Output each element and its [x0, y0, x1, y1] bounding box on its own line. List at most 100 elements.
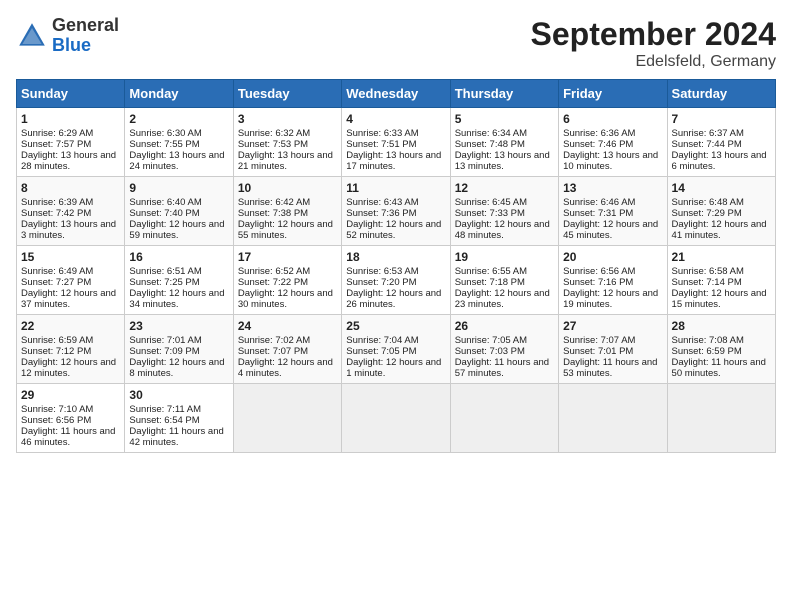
calendar-body: 1 Sunrise: 6:29 AM Sunset: 7:57 PM Dayli…	[17, 108, 776, 453]
month-year: September 2024	[531, 16, 776, 53]
calendar-cell: 28 Sunrise: 7:08 AM Sunset: 6:59 PM Dayl…	[667, 315, 775, 384]
daylight: Daylight: 12 hours and 1 minute.	[346, 357, 441, 379]
calendar-cell: 10 Sunrise: 6:42 AM Sunset: 7:38 PM Dayl…	[233, 177, 341, 246]
day-number: 3	[238, 112, 337, 126]
sunrise: Sunrise: 6:46 AM	[563, 197, 635, 208]
daylight: Daylight: 11 hours and 57 minutes.	[455, 357, 549, 379]
calendar-cell: 6 Sunrise: 6:36 AM Sunset: 7:46 PM Dayli…	[559, 108, 667, 177]
empty-cell	[342, 384, 450, 453]
calendar-cell: 20 Sunrise: 6:56 AM Sunset: 7:16 PM Dayl…	[559, 246, 667, 315]
calendar-cell: 11 Sunrise: 6:43 AM Sunset: 7:36 PM Dayl…	[342, 177, 450, 246]
daylight: Daylight: 12 hours and 30 minutes.	[238, 288, 333, 310]
daylight: Daylight: 11 hours and 46 minutes.	[21, 426, 115, 448]
sunset: Sunset: 7:12 PM	[21, 346, 91, 357]
sunrise: Sunrise: 6:36 AM	[563, 128, 635, 139]
sunrise: Sunrise: 7:11 AM	[129, 404, 201, 415]
sunset: Sunset: 7:33 PM	[455, 208, 525, 219]
sunset: Sunset: 7:14 PM	[672, 277, 742, 288]
daylight: Daylight: 12 hours and 48 minutes.	[455, 219, 550, 241]
daylight: Daylight: 13 hours and 6 minutes.	[672, 150, 767, 172]
daylight: Daylight: 13 hours and 13 minutes.	[455, 150, 550, 172]
daylight: Daylight: 11 hours and 42 minutes.	[129, 426, 223, 448]
daylight: Daylight: 13 hours and 3 minutes.	[21, 219, 116, 241]
sunset: Sunset: 7:05 PM	[346, 346, 416, 357]
sunset: Sunset: 7:01 PM	[563, 346, 633, 357]
daylight: Daylight: 12 hours and 19 minutes.	[563, 288, 658, 310]
sunset: Sunset: 6:59 PM	[672, 346, 742, 357]
calendar-table: Sunday Monday Tuesday Wednesday Thursday…	[16, 79, 776, 453]
day-number: 6	[563, 112, 662, 126]
daylight: Daylight: 12 hours and 15 minutes.	[672, 288, 767, 310]
sunrise: Sunrise: 6:48 AM	[672, 197, 744, 208]
page-header: General Blue September 2024 Edelsfeld, G…	[16, 16, 776, 71]
sunset: Sunset: 7:51 PM	[346, 139, 416, 150]
daylight: Daylight: 12 hours and 12 minutes.	[21, 357, 116, 379]
sunset: Sunset: 7:31 PM	[563, 208, 633, 219]
sunset: Sunset: 7:55 PM	[129, 139, 199, 150]
day-number: 10	[238, 181, 337, 195]
sunrise: Sunrise: 6:32 AM	[238, 128, 310, 139]
day-number: 29	[21, 388, 120, 402]
col-saturday: Saturday	[667, 80, 775, 108]
sunrise: Sunrise: 6:33 AM	[346, 128, 418, 139]
sunset: Sunset: 7:40 PM	[129, 208, 199, 219]
empty-cell	[233, 384, 341, 453]
sunrise: Sunrise: 6:52 AM	[238, 266, 310, 277]
calendar-cell: 24 Sunrise: 7:02 AM Sunset: 7:07 PM Dayl…	[233, 315, 341, 384]
daylight: Daylight: 13 hours and 21 minutes.	[238, 150, 333, 172]
sunrise: Sunrise: 7:02 AM	[238, 335, 310, 346]
day-number: 23	[129, 319, 228, 333]
sunrise: Sunrise: 7:05 AM	[455, 335, 527, 346]
calendar-cell: 26 Sunrise: 7:05 AM Sunset: 7:03 PM Dayl…	[450, 315, 558, 384]
sunrise: Sunrise: 7:01 AM	[129, 335, 201, 346]
day-number: 27	[563, 319, 662, 333]
calendar-cell: 17 Sunrise: 6:52 AM Sunset: 7:22 PM Dayl…	[233, 246, 341, 315]
sunset: Sunset: 7:44 PM	[672, 139, 742, 150]
sunrise: Sunrise: 7:07 AM	[563, 335, 635, 346]
sunrise: Sunrise: 6:34 AM	[455, 128, 527, 139]
calendar-cell: 4 Sunrise: 6:33 AM Sunset: 7:51 PM Dayli…	[342, 108, 450, 177]
col-thursday: Thursday	[450, 80, 558, 108]
sunset: Sunset: 7:07 PM	[238, 346, 308, 357]
daylight: Daylight: 13 hours and 24 minutes.	[129, 150, 224, 172]
day-number: 25	[346, 319, 445, 333]
day-number: 5	[455, 112, 554, 126]
col-monday: Monday	[125, 80, 233, 108]
day-number: 7	[672, 112, 771, 126]
location: Edelsfeld, Germany	[531, 53, 776, 71]
day-number: 21	[672, 250, 771, 264]
day-number: 1	[21, 112, 120, 126]
sunrise: Sunrise: 6:53 AM	[346, 266, 418, 277]
sunset: Sunset: 7:38 PM	[238, 208, 308, 219]
day-number: 24	[238, 319, 337, 333]
sunset: Sunset: 7:27 PM	[21, 277, 91, 288]
sunset: Sunset: 7:22 PM	[238, 277, 308, 288]
sunset: Sunset: 7:03 PM	[455, 346, 525, 357]
sunrise: Sunrise: 7:10 AM	[21, 404, 93, 415]
sunrise: Sunrise: 6:42 AM	[238, 197, 310, 208]
col-wednesday: Wednesday	[342, 80, 450, 108]
calendar-cell: 8 Sunrise: 6:39 AM Sunset: 7:42 PM Dayli…	[17, 177, 125, 246]
calendar-cell: 7 Sunrise: 6:37 AM Sunset: 7:44 PM Dayli…	[667, 108, 775, 177]
daylight: Daylight: 12 hours and 52 minutes.	[346, 219, 441, 241]
sunrise: Sunrise: 6:45 AM	[455, 197, 527, 208]
calendar-cell: 15 Sunrise: 6:49 AM Sunset: 7:27 PM Dayl…	[17, 246, 125, 315]
daylight: Daylight: 12 hours and 8 minutes.	[129, 357, 224, 379]
logo-text: General Blue	[52, 16, 119, 56]
sunset: Sunset: 7:57 PM	[21, 139, 91, 150]
daylight: Daylight: 12 hours and 26 minutes.	[346, 288, 441, 310]
table-row: 15 Sunrise: 6:49 AM Sunset: 7:27 PM Dayl…	[17, 246, 776, 315]
calendar-cell: 21 Sunrise: 6:58 AM Sunset: 7:14 PM Dayl…	[667, 246, 775, 315]
daylight: Daylight: 12 hours and 41 minutes.	[672, 219, 767, 241]
sunset: Sunset: 7:20 PM	[346, 277, 416, 288]
daylight: Daylight: 13 hours and 17 minutes.	[346, 150, 441, 172]
col-sunday: Sunday	[17, 80, 125, 108]
day-number: 20	[563, 250, 662, 264]
sunset: Sunset: 7:46 PM	[563, 139, 633, 150]
sunset: Sunset: 6:54 PM	[129, 415, 199, 426]
day-number: 14	[672, 181, 771, 195]
day-number: 13	[563, 181, 662, 195]
daylight: Daylight: 12 hours and 55 minutes.	[238, 219, 333, 241]
empty-cell	[450, 384, 558, 453]
calendar-cell: 25 Sunrise: 7:04 AM Sunset: 7:05 PM Dayl…	[342, 315, 450, 384]
